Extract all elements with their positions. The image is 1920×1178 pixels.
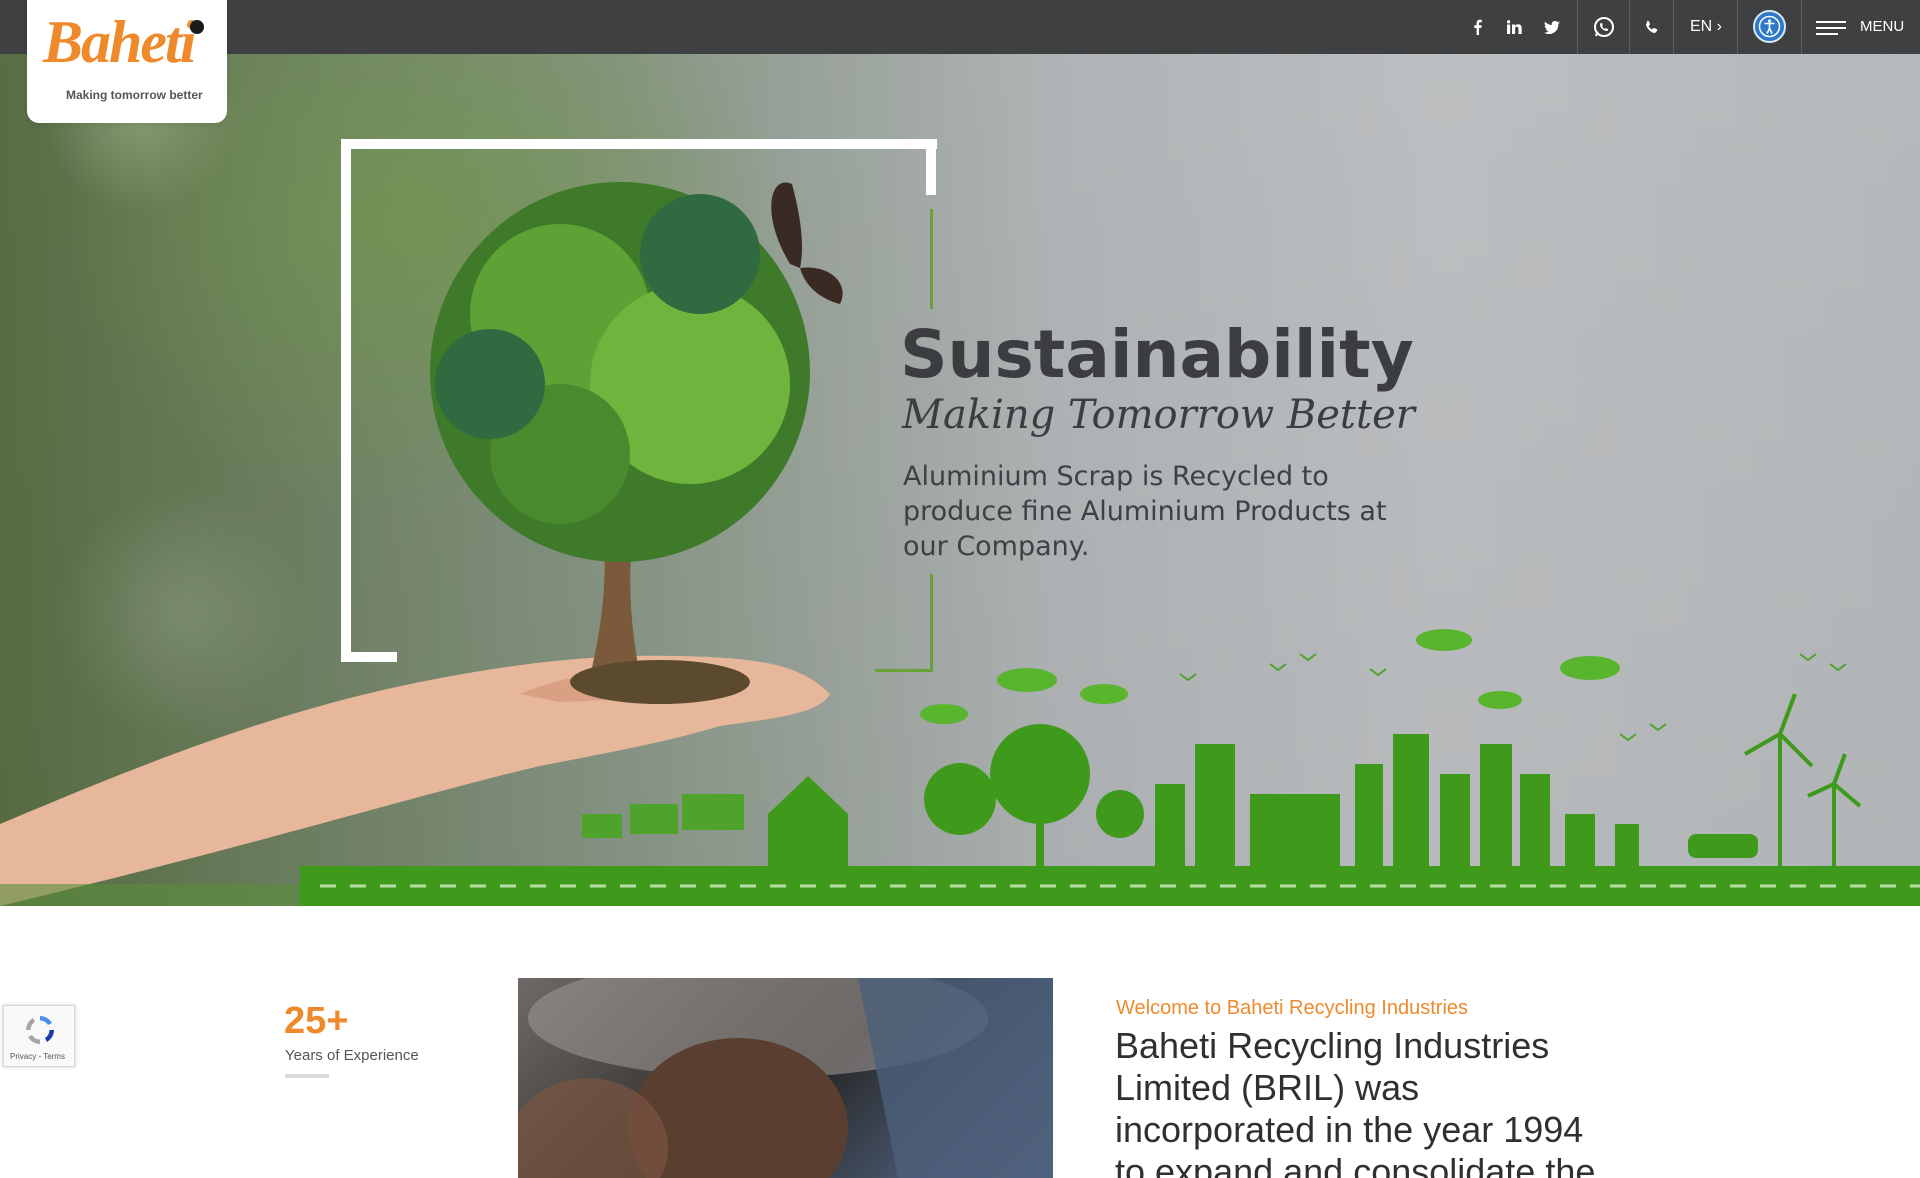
- company-intro: Baheti Recycling Industries Limited (BRI…: [1115, 1025, 1596, 1178]
- twitter-icon[interactable]: [1538, 0, 1566, 54]
- divider: [1673, 0, 1674, 54]
- language-selector[interactable]: EN ›: [1690, 0, 1722, 54]
- recaptcha-terms[interactable]: Privacy - Terms: [10, 1052, 65, 1061]
- hero-title: Sustainability: [900, 316, 1414, 393]
- top-navigation-bar: EN › MENU: [0, 0, 1920, 54]
- welcome-heading: Welcome to Baheti Recycling Industries: [1116, 997, 1469, 1019]
- site-logo[interactable]: Baheti Making tomorrow better: [27, 0, 227, 123]
- facebook-icon[interactable]: [1466, 0, 1488, 54]
- hero-frame-left: [341, 139, 351, 662]
- accessibility-icon[interactable]: [1753, 10, 1786, 43]
- logo-dot: [190, 20, 204, 34]
- page: Sustainability Making Tomorrow Better Al…: [0, 0, 1920, 1178]
- hero-banner: Sustainability Making Tomorrow Better Al…: [0, 54, 1920, 906]
- linkedin-icon[interactable]: [1501, 0, 1527, 54]
- years-experience-value: 25+: [284, 1000, 349, 1042]
- hamburger-menu-icon[interactable]: [1816, 21, 1846, 35]
- hero-frame-accent: [875, 669, 933, 672]
- hero-subtitle: Making Tomorrow Better: [902, 392, 1415, 438]
- whatsapp-icon[interactable]: [1578, 0, 1629, 54]
- workers-photo: [518, 978, 1053, 1178]
- hero-description: Aluminium Scrap is Recycled to produce f…: [903, 461, 1387, 562]
- hero-frame-accent: [930, 209, 933, 309]
- hero-frame-accent: [930, 574, 933, 672]
- menu-button[interactable]: MENU: [1860, 0, 1904, 54]
- hero-frame-right: [926, 139, 936, 195]
- years-experience-label: Years of Experience: [285, 1047, 419, 1064]
- divider: [1737, 0, 1738, 54]
- stat-underline: [285, 1074, 329, 1078]
- logo-wordmark: Baheti: [43, 9, 196, 75]
- divider: [1801, 0, 1802, 54]
- hero-frame-top: [341, 139, 937, 149]
- recaptcha-badge[interactable]: Privacy - Terms: [3, 1005, 75, 1067]
- recaptcha-icon: [26, 1016, 54, 1044]
- hero-frame-bottom: [341, 652, 397, 662]
- logo-tagline: Making tomorrow better: [66, 88, 203, 102]
- phone-icon[interactable]: [1630, 0, 1673, 54]
